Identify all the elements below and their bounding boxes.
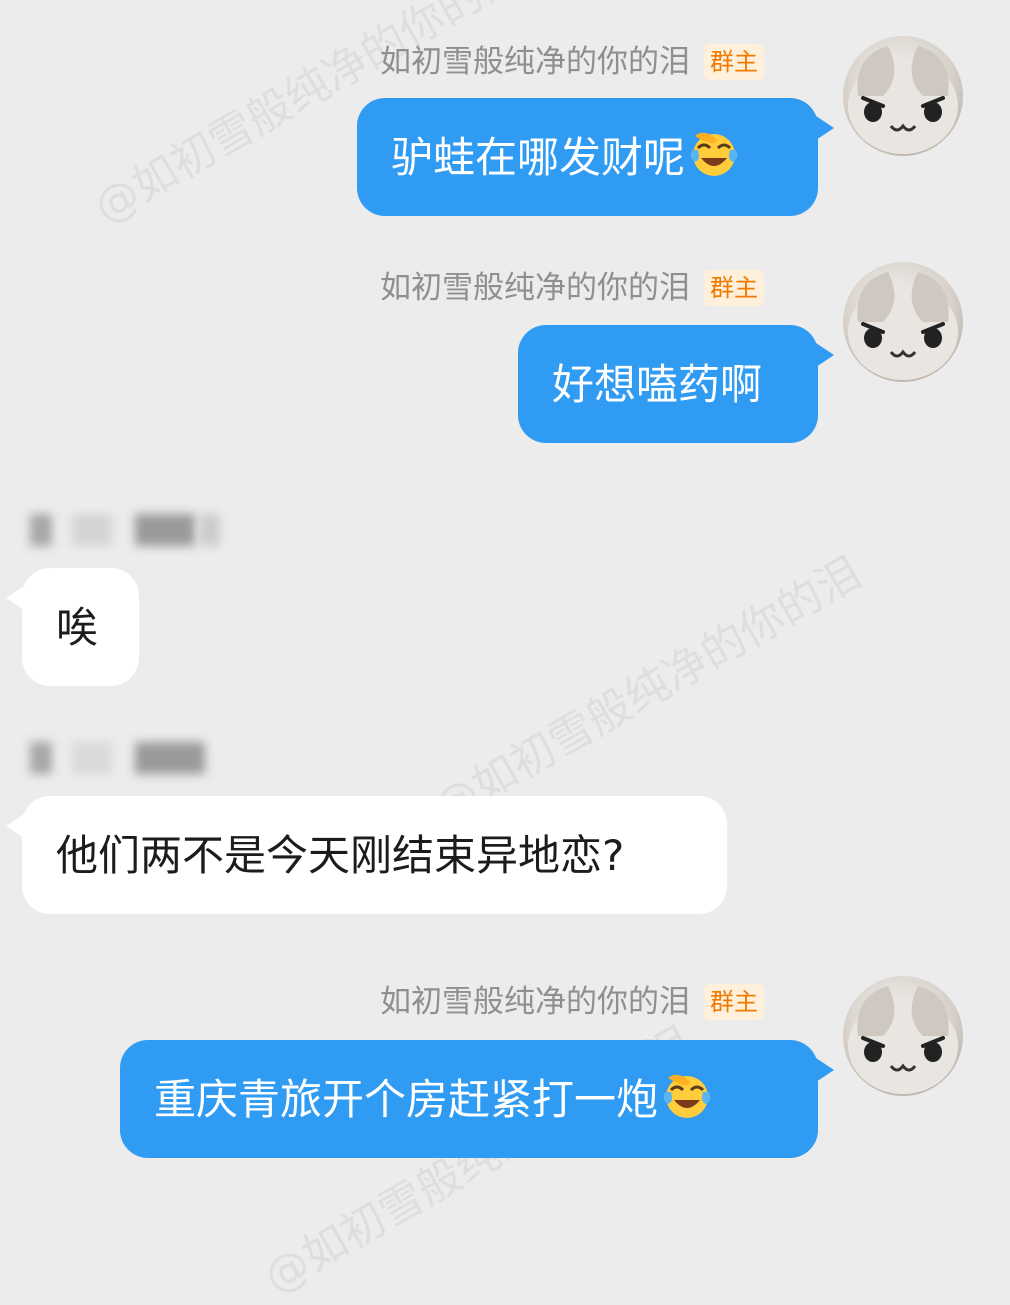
avatar-face-icon	[848, 986, 958, 1094]
message-text: 驴蛙在哪发财呢	[391, 133, 686, 182]
laughing-crying-emoji-icon	[663, 1074, 711, 1118]
message-text: 唉	[56, 603, 99, 652]
sender-row: 如初雪般纯净的你的泪 群主	[380, 42, 764, 82]
group-owner-badge: 群主	[704, 984, 764, 1020]
chat-window: @如初雪般纯净的你的泪 @如初雪般纯净的你的泪 @如初雪般纯净的你的泪 如初雪般…	[0, 0, 1010, 1304]
message-bubble[interactable]: 唉	[6, 568, 139, 686]
sender-row: 如初雪般纯净的你的泪 群主	[380, 268, 764, 308]
laughing-crying-emoji-icon	[690, 132, 738, 176]
sender-name: 如初雪般纯净的你的泪	[380, 984, 690, 1020]
message-text: 他们两不是今天刚结束异地恋?	[56, 831, 625, 880]
message-bubble[interactable]: 驴蛙在哪发财呢	[357, 98, 834, 216]
sender-row: 如初雪般纯净的你的泪 群主	[380, 982, 764, 1022]
avatar-face-icon	[848, 272, 958, 380]
avatar[interactable]	[843, 976, 963, 1096]
watermark: @如初雪般纯净的你的泪	[425, 547, 871, 834]
sender-name: 如初雪般纯净的你的泪	[380, 44, 690, 80]
sender-name-redacted	[10, 738, 230, 778]
message-text: 重庆青旅开个房赶紧打一炮	[154, 1075, 659, 1124]
avatar[interactable]	[843, 262, 963, 382]
sender-name-redacted	[10, 510, 230, 550]
message-bubble[interactable]: 好想嗑药啊	[518, 325, 834, 443]
message-bubble[interactable]: 重庆青旅开个房赶紧打一炮	[120, 1040, 834, 1158]
message-text: 好想嗑药啊	[552, 360, 763, 409]
avatar-face-icon	[848, 46, 958, 154]
message-bubble[interactable]: 他们两不是今天刚结束异地恋?	[6, 796, 727, 914]
group-owner-badge: 群主	[704, 44, 764, 80]
avatar[interactable]	[843, 36, 963, 156]
group-owner-badge: 群主	[704, 270, 764, 306]
sender-name: 如初雪般纯净的你的泪	[380, 270, 690, 306]
